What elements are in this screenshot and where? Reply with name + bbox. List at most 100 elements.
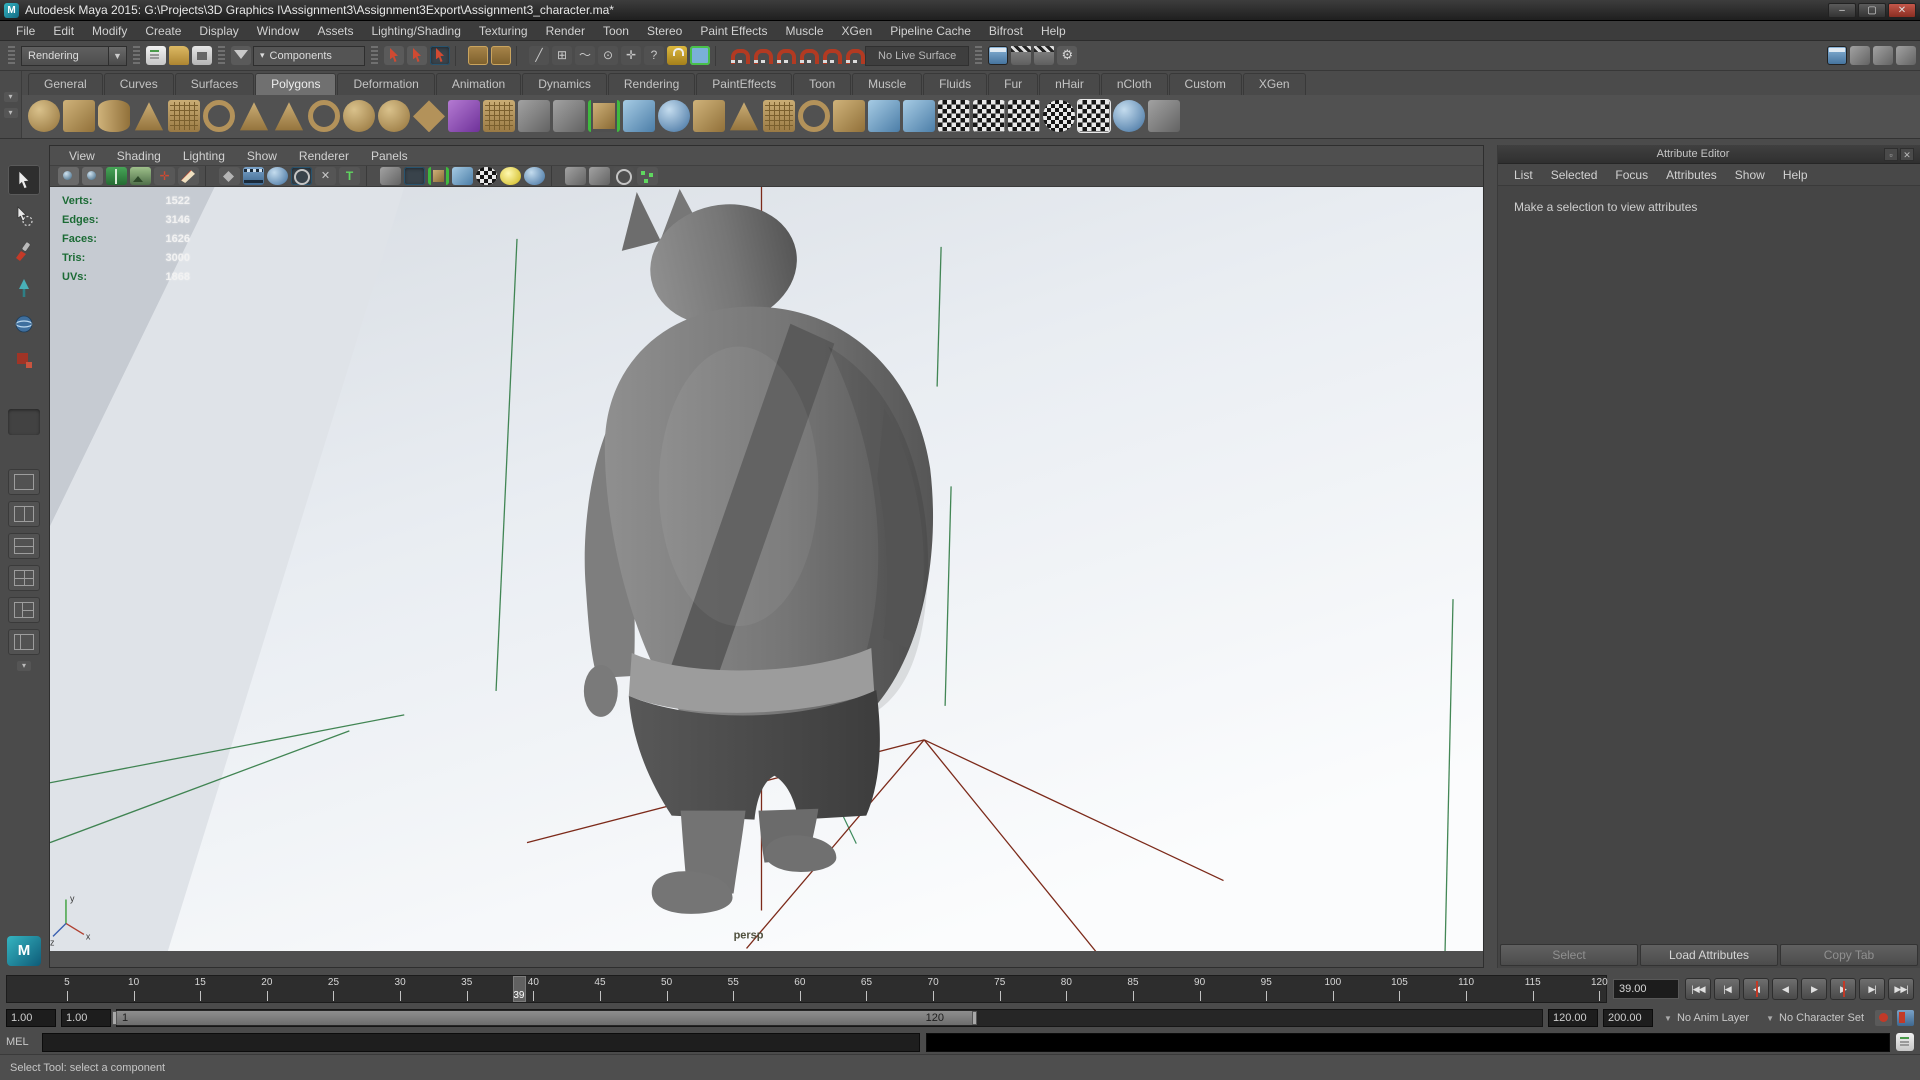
append-polygon-icon[interactable] [833,100,865,132]
panel-close-icon[interactable]: ✕ [1900,148,1914,161]
range-slider-track[interactable]: 1 120 [116,1009,1543,1027]
copy-tab-button[interactable]: Copy Tab [1780,944,1918,966]
render-frame-icon[interactable] [1011,46,1031,65]
command-line-result[interactable] [926,1033,1890,1052]
uv-cylindrical-icon[interactable] [1008,100,1040,132]
polygon-cone-icon[interactable] [133,100,165,132]
animation-start-field[interactable] [6,1009,56,1027]
exposure-icon[interactable] [613,167,634,185]
textured-icon[interactable] [428,167,449,185]
shadows-icon[interactable] [524,167,545,185]
smooth-shade-icon[interactable] [404,167,425,185]
menu-xgen[interactable]: XGen [834,22,881,40]
shelf-tab-fluids[interactable]: Fluids [923,73,987,95]
make-live-icon[interactable] [843,46,863,65]
use-default-material-icon[interactable] [452,167,473,185]
playback-start-field[interactable] [61,1009,111,1027]
select-tool[interactable] [8,165,40,195]
step-back-key-button[interactable]: ◀ [1743,978,1769,1000]
shelf-tab-muscle[interactable]: Muscle [852,73,922,95]
crease-icon[interactable] [1148,100,1180,132]
range-end-handle[interactable] [972,1011,977,1025]
shelf-tab-nhair[interactable]: nHair [1039,73,1100,95]
snap-to-projected-center-icon[interactable] [797,46,817,65]
save-scene-icon[interactable] [192,46,212,65]
camera-attributes-icon[interactable] [82,167,103,185]
points-component-toggle[interactable] [468,46,488,65]
selection-filter-icon[interactable] [231,46,251,65]
menu-bifrost[interactable]: Bifrost [981,22,1031,40]
uv-editor-icon[interactable] [1078,100,1110,132]
reduce-icon[interactable] [693,100,725,132]
xray-icon[interactable] [589,167,610,185]
render-settings-icon[interactable] [1057,46,1077,65]
construction-history-icon[interactable] [988,46,1008,65]
live-surface-field[interactable]: No Live Surface [865,46,969,66]
polygon-cylinder-icon[interactable] [98,100,130,132]
command-line-mode-label[interactable]: MEL [6,1036,36,1048]
group-grip[interactable] [218,46,225,66]
play-forwards-button[interactable]: ▶ [1801,978,1827,1000]
image-plane-icon[interactable] [130,167,151,185]
tool-settings-icon[interactable] [1873,46,1893,65]
smooth-icon[interactable] [658,100,690,132]
polygon-sphere-icon[interactable] [28,100,60,132]
panel-float-icon[interactable]: ▫ [1884,148,1898,161]
hulls-mask-icon[interactable]: ⊙ [598,46,618,65]
play-backwards-button[interactable]: ◀ [1772,978,1798,1000]
menu-muscle[interactable]: Muscle [778,22,832,40]
new-scene-icon[interactable] [146,46,166,65]
paint-selection-tool[interactable] [8,237,40,267]
step-forward-frame-button[interactable]: ▶| [1859,978,1885,1000]
viewport-canvas[interactable]: persp y x z Verts:1522Edges:3146Faces:16… [50,187,1483,967]
snap-to-point-icon[interactable] [774,46,794,65]
layout-three-panes-button[interactable] [8,597,40,623]
menu-lighting-shading[interactable]: Lighting/Shading [363,22,468,40]
lights-icon[interactable] [500,167,521,185]
select-by-object-icon[interactable] [407,46,427,65]
menu-assets[interactable]: Assets [309,22,361,40]
polygon-pyramid-icon[interactable] [273,100,305,132]
shelf-tab-dynamics[interactable]: Dynamics [522,73,607,95]
menu-pipeline-cache[interactable]: Pipeline Cache [882,22,979,40]
polygon-platonic-icon[interactable] [413,100,445,132]
menu-toon[interactable]: Toon [595,22,637,40]
shelf-item-menu-icon[interactable]: ▾ [4,108,18,118]
menu-help[interactable]: Help [1033,22,1074,40]
playback-end-field[interactable] [1548,1009,1598,1027]
snap-to-grid-icon[interactable] [728,46,748,65]
group-grip[interactable] [133,46,140,66]
panel-menu-shading[interactable]: Shading [108,147,170,165]
ae-menu-help[interactable]: Help [1775,166,1816,184]
polygon-torus-icon[interactable] [203,100,235,132]
polygon-cube-icon[interactable] [63,100,95,132]
playback-range-bar[interactable]: 1 120 [117,1011,972,1025]
menu-stereo[interactable]: Stereo [639,22,690,40]
ae-menu-attributes[interactable]: Attributes [1658,166,1725,184]
channel-box-toggle-icon[interactable] [1896,46,1916,65]
layout-two-panes-side-button[interactable] [8,501,40,527]
rotate-tool[interactable] [8,309,40,339]
menu-paint-effects[interactable]: Paint Effects [692,22,775,40]
bridge-icon[interactable] [868,100,900,132]
polygon-helix-icon[interactable] [343,100,375,132]
ae-menu-focus[interactable]: Focus [1607,166,1656,184]
wireframe-icon[interactable] [380,167,401,185]
character-set-selector[interactable]: ▼ No Character Set [1760,1009,1870,1027]
normals-icon[interactable] [1113,100,1145,132]
polygon-soccer-ball-icon[interactable] [378,100,410,132]
group-grip[interactable] [371,46,378,66]
auto-keyframe-icon[interactable] [1875,1010,1892,1026]
command-line-input[interactable] [42,1033,920,1052]
uv-spherical-icon[interactable] [1043,100,1075,132]
mirror-geometry-icon[interactable] [903,100,935,132]
shelf-tab-rendering[interactable]: Rendering [608,73,695,95]
fill-hole-icon[interactable] [798,100,830,132]
field-chart-icon[interactable] [291,167,312,185]
open-scene-icon[interactable] [169,46,189,65]
menu-window[interactable]: Window [249,22,308,40]
modeling-toolkit-icon[interactable] [1827,46,1847,65]
menu-file[interactable]: File [8,22,43,40]
hypergraph-nodes-icon[interactable] [637,167,658,185]
lock-selection-icon[interactable] [667,46,687,65]
